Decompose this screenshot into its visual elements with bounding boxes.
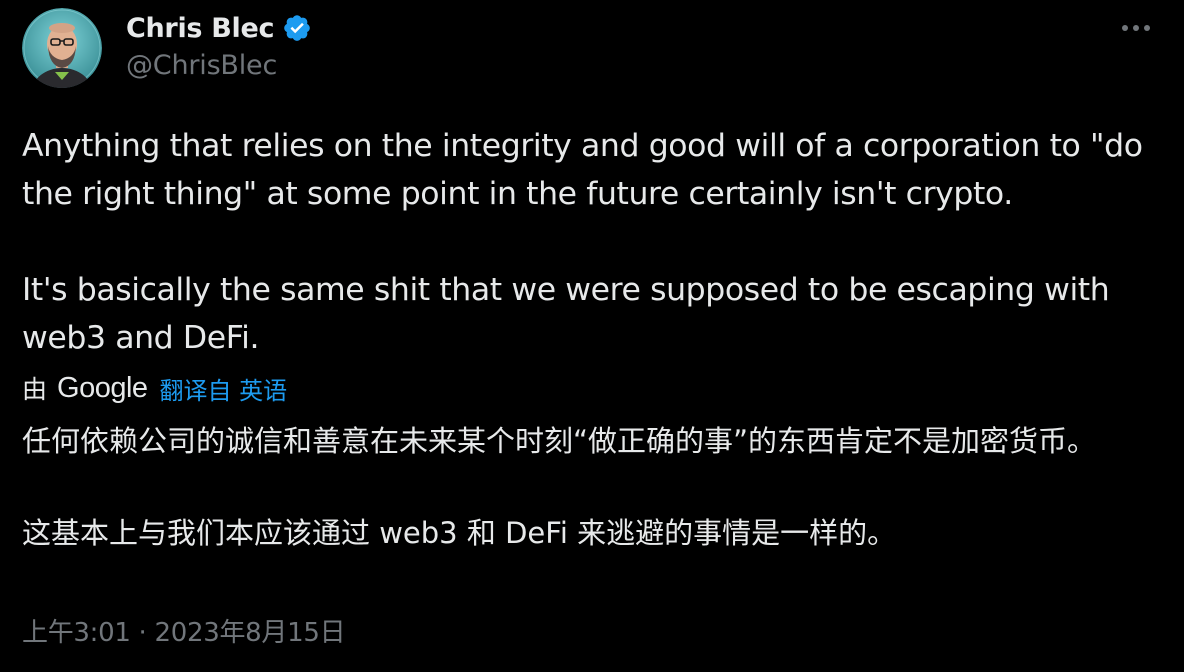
avatar-image <box>22 8 102 88</box>
verified-badge-icon[interactable] <box>282 13 312 43</box>
tweet-paragraph-2: It's basically the same shit that we wer… <box>22 272 1110 356</box>
tweet-text: Anything that relies on the integrity an… <box>22 122 1162 362</box>
avatar[interactable] <box>22 8 102 88</box>
tweet-timestamp[interactable]: 上午3:01 · 2023年8月15日 <box>22 612 346 649</box>
translated-text: 任何依赖公司的诚信和善意在未来某个时刻“做正确的事”的东西肯定不是加密货币。 这… <box>22 418 1162 556</box>
author-info: Chris Blec @ChrisBlec <box>126 10 312 81</box>
tweet-header: Chris Blec @ChrisBlec <box>22 8 1162 88</box>
google-logo: Google <box>57 371 148 404</box>
translated-by-label: 由 <box>22 375 48 404</box>
translated-from-link[interactable]: 翻译自 英语 <box>160 371 288 406</box>
translated-paragraph-1: 任何依赖公司的诚信和善意在未来某个时刻“做正确的事”的东西肯定不是加密货币。 <box>22 424 1097 458</box>
translated-paragraph-2: 这基本上与我们本应该通过 web3 和 DeFi 来逃避的事情是一样的。 <box>22 516 897 550</box>
tweet-paragraph-1: Anything that relies on the integrity an… <box>22 128 1143 212</box>
author-handle[interactable]: @ChrisBlec <box>126 50 312 81</box>
display-name-row: Chris Blec <box>126 10 312 46</box>
display-name[interactable]: Chris Blec <box>126 13 275 44</box>
translation-attribution: 由 Google 翻译自 英语 <box>22 368 287 408</box>
more-icon[interactable] <box>1116 16 1156 40</box>
